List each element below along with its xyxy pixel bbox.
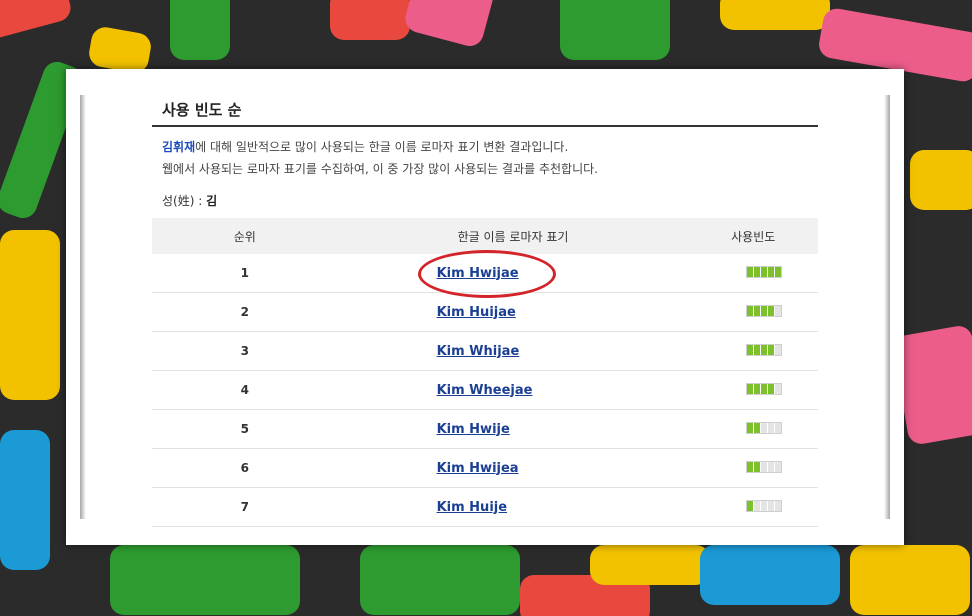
name-cell: Kim Huije — [337, 487, 689, 527]
frequency-bar-segment — [754, 423, 762, 433]
header-rank: 순위 — [152, 218, 338, 254]
frequency-bar — [746, 305, 783, 317]
highlighted-name: 김휘재 — [162, 140, 196, 154]
frequency-bar-segment — [754, 267, 762, 277]
frequency-bar-segment — [747, 345, 755, 355]
rank-cell: 4 — [152, 370, 338, 410]
panel-edge-shadow-left — [80, 95, 86, 519]
frequency-cell — [688, 487, 818, 527]
frequency-bar-segment — [747, 501, 755, 511]
surname-label: 성(姓) : — [162, 194, 203, 208]
description-line-1-text: 에 대해 일반적으로 많이 사용되는 한글 이름 로마자 표기 변환 결과입니다… — [195, 140, 569, 154]
rank-cell: 2 — [152, 292, 338, 332]
rank-cell: 3 — [152, 331, 338, 371]
romanization-link[interactable]: Kim Wheejae — [437, 383, 533, 398]
frequency-bar-segment — [754, 462, 762, 472]
result-panel: 사용 빈도 순 김휘재에 대해 일반적으로 많이 사용되는 한글 이름 로마자 … — [66, 69, 904, 545]
frequency-bar-segment — [761, 267, 769, 277]
name-cell: Kim Hwije — [337, 409, 689, 449]
frequency-bar — [746, 461, 783, 473]
header-frequency: 사용빈도 — [688, 218, 818, 254]
frequency-cell — [688, 409, 818, 449]
red-circle-annotation — [418, 250, 556, 298]
frequency-bar-segment — [775, 306, 782, 316]
frequency-bar-segment — [775, 384, 782, 394]
rank-cell: 1 — [152, 254, 338, 293]
romanization-link[interactable]: Kim Huije — [437, 500, 507, 515]
frequency-bar-segment — [754, 306, 762, 316]
title-divider — [152, 125, 818, 127]
frequency-bar — [746, 344, 783, 356]
table-row: 4 Kim Wheejae — [152, 370, 818, 410]
table-header-row: 순위 한글 이름 로마자 표기 사용빈도 — [152, 218, 818, 254]
frequency-bar-segment — [747, 462, 755, 472]
frequency-bar-segment — [761, 462, 769, 472]
frequency-bar-segment — [754, 345, 762, 355]
romanization-link[interactable]: Kim Hwijea — [437, 461, 519, 476]
table-row: 3 Kim Whijae — [152, 331, 818, 371]
frequency-cell — [688, 448, 818, 488]
frequency-bar-segment — [747, 423, 755, 433]
frequency-bar-segment — [768, 267, 776, 277]
frequency-bar-segment — [747, 384, 755, 394]
frequency-cell — [688, 370, 818, 410]
name-cell: Kim Wheejae — [337, 370, 689, 410]
surname-row: 성(姓) : 김 — [162, 192, 217, 209]
frequency-cell — [688, 254, 818, 293]
frequency-bar-segment — [747, 306, 755, 316]
rank-cell: 7 — [152, 487, 338, 527]
frequency-bar-segment — [754, 501, 762, 511]
description-line-1: 김휘재에 대해 일반적으로 많이 사용되는 한글 이름 로마자 표기 변환 결과… — [162, 138, 568, 155]
frequency-bar-segment — [761, 384, 769, 394]
table-row: 2 Kim Huijae — [152, 292, 818, 332]
panel-edge-shadow-right — [884, 95, 890, 519]
frequency-bar-segment — [768, 423, 776, 433]
frequency-bar — [746, 500, 783, 512]
frequency-bar-segment — [768, 345, 776, 355]
frequency-bar-segment — [775, 462, 782, 472]
romanization-link[interactable]: Kim Huijae — [437, 305, 516, 320]
frequency-bar-segment — [761, 306, 769, 316]
frequency-bar — [746, 266, 783, 278]
frequency-bar-segment — [775, 345, 782, 355]
table-row: 7 Kim Huije — [152, 487, 818, 527]
table-row: 6 Kim Hwijea — [152, 448, 818, 488]
frequency-bar-segment — [768, 462, 776, 472]
frequency-bar — [746, 383, 783, 395]
rank-cell: 5 — [152, 409, 338, 449]
description-line-2: 웹에서 사용되는 로마자 표기를 수집하여, 이 중 가장 많이 사용되는 결과… — [162, 162, 598, 176]
name-cell: Kim Hwijea — [337, 448, 689, 488]
frequency-bar-segment — [761, 423, 769, 433]
name-cell: Kim Whijae — [337, 331, 689, 371]
frequency-bar-segment — [775, 501, 782, 511]
frequency-bar-segment — [754, 384, 762, 394]
frequency-bar-segment — [775, 423, 782, 433]
frequency-bar-segment — [747, 267, 755, 277]
frequency-cell — [688, 292, 818, 332]
frequency-bar-segment — [768, 306, 776, 316]
frequency-cell — [688, 331, 818, 371]
name-cell: Kim Huijae — [337, 292, 689, 332]
romanization-link[interactable]: Kim Hwije — [437, 422, 510, 437]
table-row: 5 Kim Hwije — [152, 409, 818, 449]
frequency-bar-segment — [768, 501, 776, 511]
frequency-bar — [746, 422, 783, 434]
header-romanization: 한글 이름 로마자 표기 — [337, 218, 689, 254]
romanization-link[interactable]: Kim Whijae — [437, 344, 520, 359]
frequency-bar-segment — [761, 501, 769, 511]
rank-cell: 6 — [152, 448, 338, 488]
frequency-bar-segment — [768, 384, 776, 394]
frequency-bar-segment — [775, 267, 782, 277]
surname-value: 김 — [206, 194, 218, 208]
frequency-bar-segment — [761, 345, 769, 355]
section-title: 사용 빈도 순 — [162, 101, 242, 119]
